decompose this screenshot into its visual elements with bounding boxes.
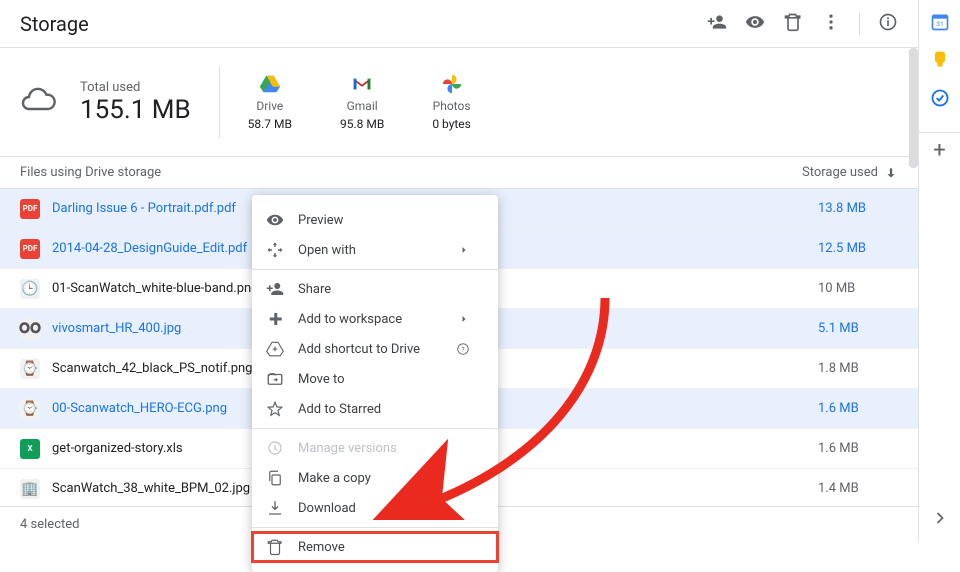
file-size: 10 MB — [818, 281, 898, 296]
context-menu: Preview Open with Share Add to workspace… — [252, 195, 498, 572]
service-name: Drive — [256, 99, 283, 113]
gmail-icon — [351, 73, 373, 95]
cloud-icon — [20, 82, 56, 122]
menu-move-to[interactable]: Move to — [252, 364, 498, 394]
service-name: Photos — [433, 99, 471, 113]
file-size: 1.6 MB — [818, 401, 898, 416]
svg-text:?: ? — [461, 345, 464, 353]
page-title: Storage — [20, 12, 89, 36]
menu-add-workspace[interactable]: Add to workspace — [252, 304, 498, 334]
header: Storage — [0, 0, 918, 48]
service-photos[interactable]: Photos 0 bytes — [432, 73, 471, 131]
file-size: 1.8 MB — [818, 361, 898, 376]
file-size: 1.4 MB — [818, 481, 898, 496]
tasks-icon[interactable] — [930, 88, 950, 108]
file-list-header: Files using Drive storage Storage used — [0, 156, 918, 189]
main-panel: Storage Total used 155.1 MB Drive 58.7 M… — [0, 0, 918, 542]
service-name: Gmail — [347, 99, 378, 113]
help-icon[interactable]: ? — [456, 342, 470, 356]
menu-remove[interactable]: Remove — [252, 532, 498, 562]
drive-icon — [259, 73, 281, 95]
service-breakdown: Drive 58.7 MB Gmail 95.8 MB Photos 0 byt… — [248, 73, 471, 131]
image-thumb-icon: 🏢 — [20, 479, 40, 499]
scrollbar[interactable] — [909, 48, 918, 168]
pdf-icon: PDF — [20, 239, 40, 259]
trash-icon[interactable] — [783, 12, 803, 36]
menu-manage-versions: Manage versions — [252, 433, 498, 463]
service-drive[interactable]: Drive 58.7 MB — [248, 73, 292, 131]
pdf-icon: PDF — [20, 199, 40, 219]
file-size: 5.1 MB — [818, 321, 898, 336]
header-separator — [859, 13, 860, 35]
file-size: 12.5 MB — [818, 241, 898, 256]
more-vert-icon[interactable] — [821, 12, 841, 36]
service-size: 58.7 MB — [248, 117, 292, 131]
collapse-side-panel-icon[interactable] — [930, 508, 950, 528]
total-used-label: Total used — [80, 80, 191, 95]
selection-count: 4 selected — [20, 517, 79, 532]
vertical-divider — [219, 66, 220, 138]
header-toolbar — [707, 12, 898, 36]
menu-download[interactable]: Download — [252, 493, 498, 523]
image-thumb-icon: ⌚ — [20, 359, 40, 379]
total-used-value: 155.1 MB — [80, 95, 191, 125]
menu-make-copy[interactable]: Make a copy — [252, 463, 498, 493]
file-size: 13.8 MB — [818, 201, 898, 216]
menu-add-starred[interactable]: Add to Starred — [252, 394, 498, 424]
sort-column[interactable]: Storage used — [802, 165, 898, 180]
chevron-right-icon — [458, 244, 470, 256]
calendar-icon[interactable]: 31 — [930, 12, 950, 32]
share-person-icon[interactable] — [707, 12, 727, 36]
menu-preview[interactable]: Preview — [252, 205, 498, 235]
total-used: Total used 155.1 MB — [80, 80, 191, 125]
service-gmail[interactable]: Gmail 95.8 MB — [340, 73, 384, 131]
menu-open-with[interactable]: Open with — [252, 235, 498, 265]
chevron-right-icon — [458, 313, 470, 325]
menu-share[interactable]: Share — [252, 274, 498, 304]
side-panel: 31 + — [918, 0, 960, 542]
image-thumb-icon: ⌚ — [20, 399, 40, 419]
storage-summary: Total used 155.1 MB Drive 58.7 MB Gmail … — [0, 48, 918, 156]
menu-add-shortcut[interactable]: Add shortcut to Drive ? — [252, 334, 498, 364]
file-size: 1.6 MB — [818, 441, 898, 456]
xls-icon: X — [20, 439, 40, 459]
info-icon[interactable] — [878, 12, 898, 36]
service-size: 95.8 MB — [340, 117, 384, 131]
keep-icon[interactable] — [930, 50, 950, 70]
photos-icon — [441, 73, 463, 95]
arrow-down-icon — [884, 166, 898, 180]
service-size: 0 bytes — [432, 117, 471, 131]
svg-text:31: 31 — [936, 20, 943, 28]
files-heading: Files using Drive storage — [20, 165, 161, 180]
add-addon-icon[interactable]: + — [919, 132, 960, 154]
preview-eye-icon[interactable] — [745, 12, 765, 36]
sort-label: Storage used — [802, 165, 878, 180]
image-thumb-icon: 𝐎𝐎 — [20, 319, 40, 339]
image-thumb-icon: 🕒 — [20, 279, 40, 299]
